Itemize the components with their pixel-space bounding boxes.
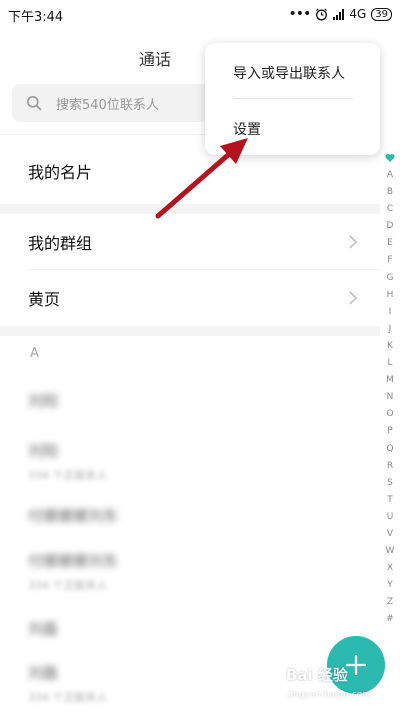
contact-item[interactable]: 刘阳 (28, 390, 58, 411)
watermark-sub: jingyan.baidu.com (288, 690, 372, 700)
my-card-label: 我的名片 (28, 163, 93, 182)
index-letter[interactable]: V (387, 526, 393, 543)
index-letter[interactable]: Z (387, 594, 393, 611)
contact-name: 付娜娜娜刘东 (28, 507, 119, 525)
index-letter[interactable]: H (387, 287, 394, 304)
status-time: 下午3:44 (8, 10, 64, 25)
search-placeholder: 搜索540位联系人 (56, 97, 159, 113)
index-letter[interactable]: X (387, 560, 393, 577)
index-letter[interactable]: # (386, 611, 394, 628)
contact-item[interactable]: 刘阳 334 个正联系人 (28, 440, 108, 483)
index-letter[interactable]: O (386, 406, 393, 423)
index-letter[interactable]: K (387, 338, 393, 355)
index-letter[interactable]: J (389, 321, 392, 338)
index-letter[interactable]: F (387, 252, 392, 269)
annotation-arrow-icon (155, 138, 248, 219)
contact-name: 付娜娜娜刘东 (28, 552, 119, 570)
index-letter[interactable]: P (387, 423, 392, 440)
menu-item-import-export[interactable]: 导入或导出联系人 (233, 63, 345, 83)
search-icon (27, 96, 42, 111)
index-letter[interactable]: Y (387, 577, 393, 594)
section-gap (0, 326, 380, 336)
index-letter[interactable]: T (387, 492, 393, 509)
chevron-right-icon (349, 235, 358, 249)
signal-icon (333, 8, 345, 20)
contact-name: 刘阳 (28, 392, 59, 410)
index-letter[interactable]: C (387, 201, 393, 218)
index-letter[interactable]: B (387, 184, 393, 201)
contact-name: 刘磊 (28, 664, 59, 682)
contact-subtitle: 334 个正联系人 (28, 469, 108, 482)
index-letter[interactable]: U (387, 509, 394, 526)
index-letter[interactable]: R (387, 458, 393, 475)
alarm-icon (316, 8, 328, 20)
index-letter[interactable]: I (389, 304, 392, 321)
contact-item[interactable]: 刘磊 334 个正联系人 (28, 662, 108, 705)
index-letter[interactable]: G (387, 270, 394, 287)
alphabet-index-bar[interactable]: A B C D E F G H I J K L M N O P Q R S T U V W X Y Z # (383, 153, 397, 629)
index-letter[interactable]: D (387, 218, 394, 235)
contact-subtitle: 334 个正联系人 (28, 579, 108, 592)
contact-item[interactable]: 刘磊 (28, 618, 58, 639)
battery-icon: 39 (371, 7, 392, 21)
status-icons: ••• 4G 39 (289, 6, 392, 22)
index-letter[interactable]: M (386, 372, 394, 389)
menu-divider (233, 98, 353, 99)
chevron-right-icon (349, 291, 358, 305)
status-bar: 下午3:44 ••• 4G 39 (0, 0, 400, 30)
index-letter[interactable]: L (387, 355, 392, 372)
network-type: 4G (349, 7, 367, 21)
section-letter: A (30, 346, 39, 361)
contact-item[interactable]: 付娜娜娜刘东 334 个正联系人 (28, 550, 118, 593)
index-letter[interactable]: S (387, 475, 393, 492)
contact-name: 刘磊 (28, 620, 59, 638)
notification-dots-icon: ••• (288, 6, 312, 22)
contact-subtitle: 334 个正联系人 (28, 691, 108, 704)
favorites-heart-icon[interactable] (385, 153, 395, 163)
index-letter[interactable]: N (387, 389, 394, 406)
index-letter[interactable]: Q (386, 441, 393, 458)
yellow-pages-label: 黄页 (28, 290, 61, 309)
yellow-pages-row[interactable]: 黄页 (0, 270, 380, 326)
contact-name: 刘阳 (28, 442, 59, 460)
my-groups-label: 我的群组 (28, 234, 93, 253)
index-letter[interactable]: E (387, 235, 393, 252)
contact-item[interactable]: 付娜娜娜刘东 (28, 505, 118, 526)
index-letter[interactable]: A (387, 167, 393, 184)
index-letter[interactable]: W (386, 543, 395, 560)
